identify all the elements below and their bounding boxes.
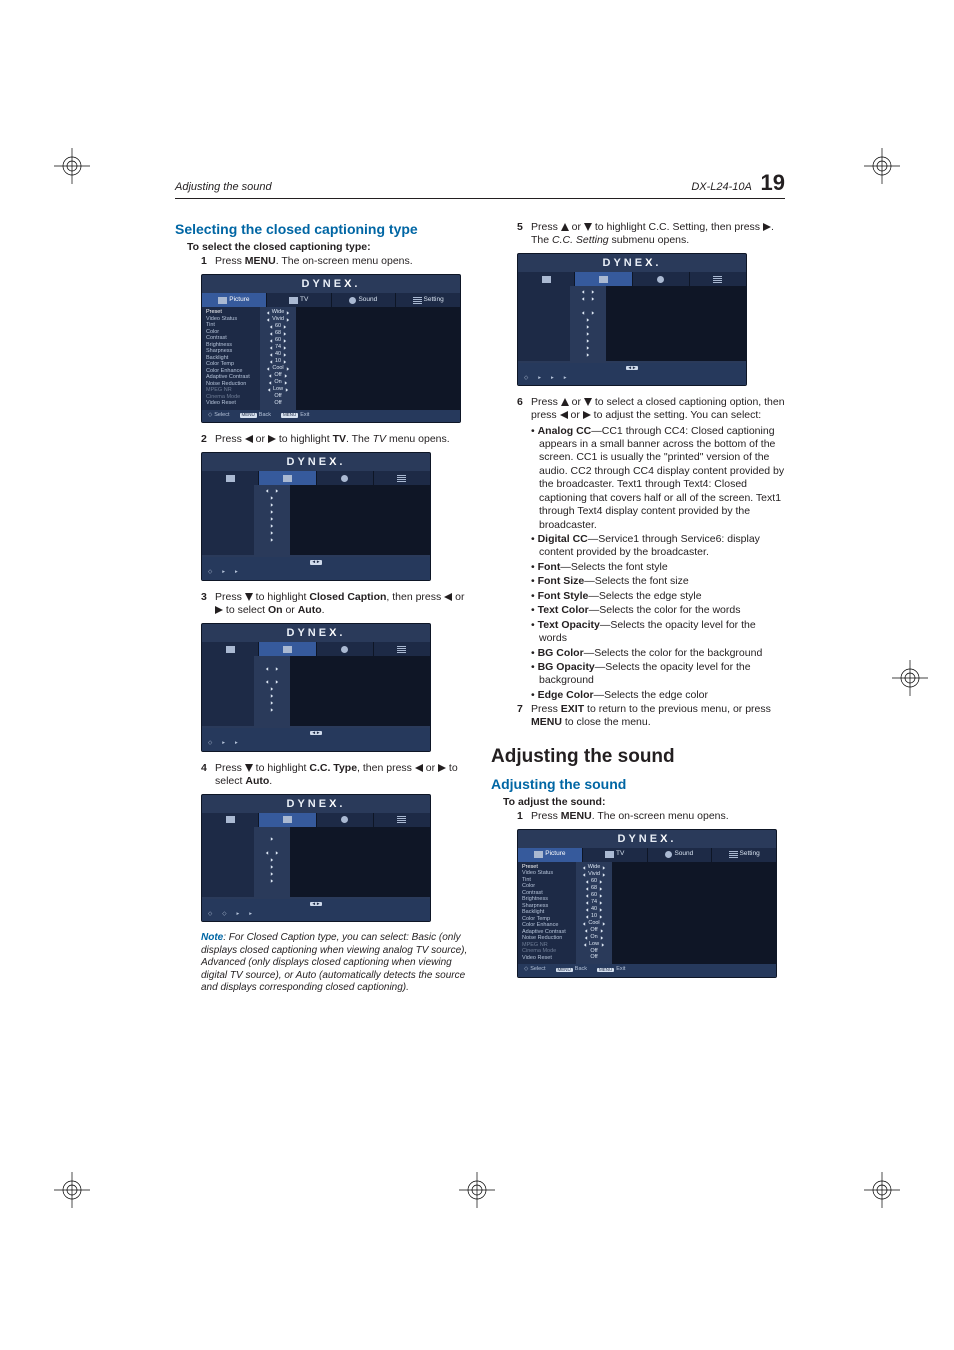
step-7: 7 Press EXIT to return to the previous m… — [517, 703, 785, 729]
down-arrow-icon — [584, 398, 592, 406]
osd-tab-setting: Setting — [396, 293, 460, 307]
left-column: Selecting the closed captioning type To … — [175, 221, 469, 1005]
reg-mark — [52, 1170, 92, 1210]
procedure-title: To select the closed captioning type: — [187, 241, 469, 253]
left-arrow-icon — [245, 435, 253, 443]
step-5: 5 Press or to highlight C.C. Setting, th… — [517, 221, 785, 247]
down-arrow-icon — [245, 764, 253, 772]
osd-screenshot-tv-menu: DYNEX. — [201, 452, 431, 581]
down-arrow-icon — [584, 223, 592, 231]
running-head-right: DX-L24-10A 19 — [691, 170, 785, 196]
model-number: DX-L24-10A — [691, 181, 751, 193]
reg-mark — [52, 146, 92, 186]
reg-mark — [862, 146, 902, 186]
step-4: 4 Press to highlight C.C. Type, then pre… — [201, 762, 469, 788]
running-head: Adjusting the sound DX-L24-10A 19 — [175, 170, 785, 199]
right-arrow-icon — [438, 764, 446, 772]
left-arrow-icon — [560, 411, 568, 419]
right-arrow-icon — [268, 435, 276, 443]
down-arrow-icon — [245, 593, 253, 601]
section-heading: Selecting the closed captioning type — [175, 221, 469, 237]
reg-mark — [862, 1170, 902, 1210]
sound-step-1: 1 Press MENU. The on-screen menu opens. — [517, 810, 785, 823]
step-2: 2 Press or to highlight TV. The TV menu … — [201, 433, 469, 446]
osd-screenshot-cc-type: DYNEX. — [201, 794, 431, 923]
step-6: 6 Press or to select a closed captioning… — [517, 396, 785, 422]
osd-screenshot-picture-menu: DYNEX. Picture TV Sound Setting Preset V… — [201, 274, 461, 423]
cc-option-list: Analog CC—CC1 through CC4: Closed captio… — [531, 425, 785, 703]
left-arrow-icon — [444, 593, 452, 601]
section-title-sound: Adjusting the sound — [491, 746, 785, 768]
osd-tab-picture: Picture — [202, 293, 267, 307]
procedure-title-sound: To adjust the sound: — [503, 796, 785, 808]
left-arrow-icon — [415, 764, 423, 772]
osd-tab-tv: TV — [267, 293, 332, 307]
subheading-sound: Adjusting the sound — [491, 776, 785, 792]
right-arrow-icon — [763, 223, 771, 231]
osd-screenshot-closed-caption: DYNEX. — [201, 623, 431, 752]
right-column: 5 Press or to highlight C.C. Setting, th… — [491, 221, 785, 1005]
right-arrow-icon — [583, 411, 591, 419]
osd-tab-sound: Sound — [332, 293, 397, 307]
up-arrow-icon — [561, 223, 569, 231]
running-head-left: Adjusting the sound — [175, 181, 272, 193]
up-arrow-icon — [561, 398, 569, 406]
osd-screenshot-cc-setting: DYNEX. — [517, 253, 747, 386]
reg-mark — [457, 1170, 497, 1210]
note-cc-type: Note: For Closed Caption type, you can s… — [201, 932, 469, 995]
right-arrow-icon — [215, 606, 223, 614]
osd-screenshot-picture-menu-2: DYNEX. Picture TV Sound Setting Preset V… — [517, 829, 777, 978]
step-3: 3 Press to highlight Closed Caption, the… — [201, 591, 469, 617]
page-number: 19 — [761, 170, 785, 195]
reg-mark-side — [890, 658, 930, 698]
step-1: 1 Press MENU. The on-screen menu opens. — [201, 255, 469, 268]
